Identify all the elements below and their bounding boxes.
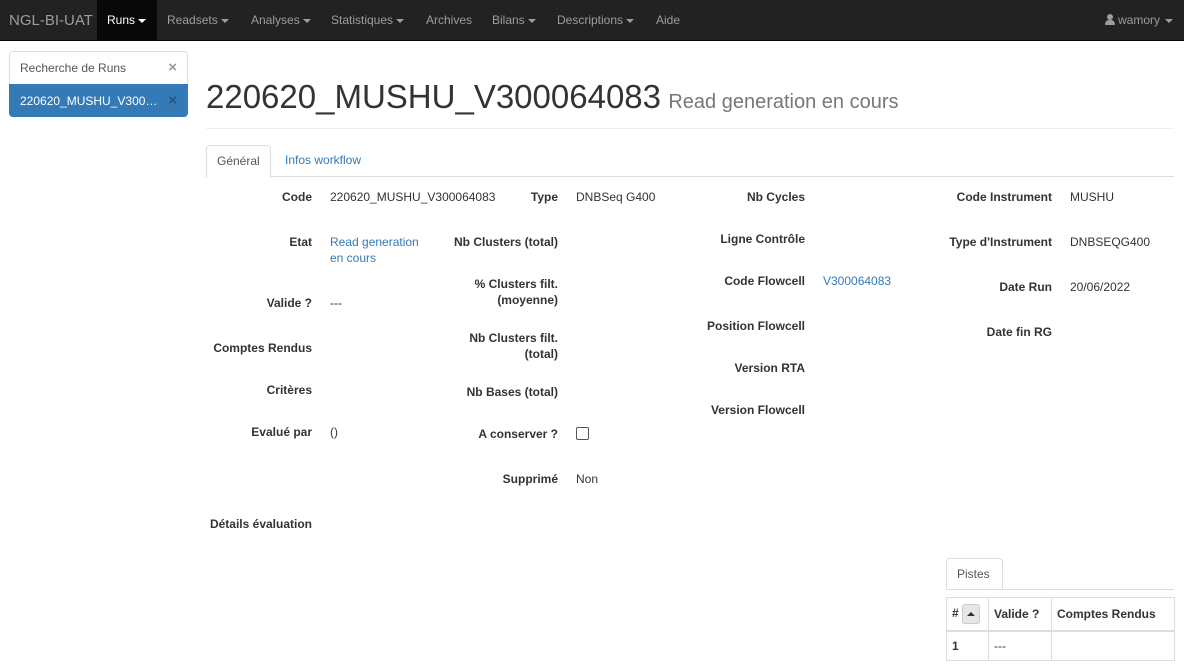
page-subtitle: Read generation en cours xyxy=(668,91,899,113)
chevron-down-icon xyxy=(626,18,635,23)
chevron-down-icon xyxy=(302,18,311,23)
a-conserver-label: A conserver ? xyxy=(478,427,558,441)
tab-general[interactable]: Général xyxy=(206,145,271,178)
table-cell-number: 1 xyxy=(946,630,989,661)
top-navbar: NGL-BI-UAT Runs Readsets Analyses Statis… xyxy=(0,0,1184,41)
page-title: 220620_MUSHU_V300064083 xyxy=(206,78,662,115)
chevron-down-icon xyxy=(527,18,536,23)
brand-link[interactable]: NGL-BI-UAT xyxy=(0,0,97,41)
tab-bar: Général Infos workflow xyxy=(206,145,1174,178)
etat-label: Etat xyxy=(289,235,312,249)
comptes-rendus-label: Comptes Rendus xyxy=(213,341,312,355)
table-cell-valide: --- xyxy=(988,630,1052,661)
nav-readsets[interactable]: Readsets xyxy=(167,0,229,40)
pct-clusters-filt-label: % Clusters filt. (moyenne) xyxy=(440,276,558,308)
tab-infos-workflow[interactable]: Infos workflow xyxy=(275,145,371,177)
user-icon xyxy=(1105,14,1115,25)
nb-clusters-total-label: Nb Clusters (total) xyxy=(453,235,558,249)
date-run-value: 20/06/2022 xyxy=(1070,280,1131,294)
position-flowcell-label: Position Flowcell xyxy=(706,319,805,333)
nav-analyses-label: Analyses xyxy=(251,13,300,27)
sidebar-item-recherche-runs[interactable]: Recherche de Runs × xyxy=(9,51,188,85)
evalue-par-label: Evalué par xyxy=(251,425,312,439)
nav-aide-label: Aide xyxy=(656,13,681,27)
table-row: 1 --- xyxy=(946,630,1175,661)
page-header: 220620_MUSHU_V300064083 Read generation … xyxy=(206,78,1174,129)
tab-pistes[interactable]: Pistes xyxy=(946,558,1003,590)
user-menu[interactable]: wamory xyxy=(1105,0,1174,40)
nav-analyses[interactable]: Analyses xyxy=(251,0,311,40)
code-flowcell-link[interactable]: V300064083 xyxy=(823,273,891,289)
type-value: DNBSeq G400 xyxy=(576,190,656,204)
ligne-controle-label: Ligne Contrôle xyxy=(720,232,805,246)
nav-descriptions[interactable]: Descriptions xyxy=(557,0,635,40)
valide-value: --- xyxy=(330,296,342,310)
table-cell-comptes-rendus xyxy=(1051,630,1175,661)
nav-descriptions-label: Descriptions xyxy=(557,13,624,27)
code-instrument-label: Code Instrument xyxy=(956,190,1052,204)
sidebar-item-label: 220620_MUSHU_V300064083 xyxy=(20,94,160,108)
nav-runs[interactable]: Runs xyxy=(97,0,157,40)
close-icon[interactable]: × xyxy=(168,85,177,116)
type-instrument-value: DNBSEQG400 xyxy=(1070,235,1151,249)
nb-clusters-filt-label: Nb Clusters filt. (total) xyxy=(440,330,558,362)
chevron-down-icon xyxy=(138,18,147,23)
details-evaluation-label: Détails évaluation xyxy=(209,517,312,531)
nav-archives-label: Archives xyxy=(426,13,473,27)
type-label: Type xyxy=(530,190,558,204)
nav-statistiques[interactable]: Statistiques xyxy=(331,0,405,40)
column-header-valide[interactable]: Valide ? xyxy=(988,597,1052,632)
nb-clusters-filt-label-line2: (total) xyxy=(524,347,558,361)
nav-archives[interactable]: Archives xyxy=(426,0,472,40)
close-icon[interactable]: × xyxy=(168,52,177,84)
nav-bilans[interactable]: Bilans xyxy=(492,0,536,40)
table-header-row: # Valide ? Comptes Rendus xyxy=(946,597,1175,632)
nav-bilans-label: Bilans xyxy=(492,13,525,27)
chevron-down-icon xyxy=(396,18,405,23)
nb-bases-label: Nb Bases (total) xyxy=(466,385,558,399)
a-conserver-checkbox[interactable] xyxy=(576,427,589,440)
chevron-down-icon xyxy=(220,18,229,23)
etat-value-line1: Read generation xyxy=(330,235,419,249)
user-name: wamory xyxy=(1118,13,1161,27)
pistes-tab-divider xyxy=(946,589,1174,590)
column-header-number-label: # xyxy=(952,605,959,620)
code-label: Code xyxy=(282,190,312,204)
sidebar-item-label: Recherche de Runs xyxy=(20,61,127,75)
supprime-label: Supprimé xyxy=(502,472,558,486)
nb-clusters-filt-label-line1: Nb Clusters filt. xyxy=(469,331,558,345)
pct-clusters-filt-label-line1: % Clusters filt. xyxy=(474,277,558,291)
nav-runs-label: Runs xyxy=(107,13,136,27)
code-instrument-value: MUSHU xyxy=(1070,190,1114,204)
pct-clusters-filt-label-line2: (moyenne) xyxy=(497,293,558,307)
date-fin-rg-label: Date fin RG xyxy=(986,325,1052,339)
supprime-value: Non xyxy=(576,472,599,486)
version-rta-label: Version RTA xyxy=(734,361,805,375)
criteres-label: Critères xyxy=(266,383,312,397)
nav-aide[interactable]: Aide xyxy=(656,0,680,40)
column-header-comptes-rendus[interactable]: Comptes Rendus xyxy=(1051,597,1175,632)
nb-cycles-label: Nb Cycles xyxy=(746,190,805,204)
date-run-label: Date Run xyxy=(999,280,1052,294)
type-instrument-label: Type d'Instrument xyxy=(949,235,1052,249)
nav-readsets-label: Readsets xyxy=(167,13,218,27)
etat-value[interactable]: Read generation en cours xyxy=(330,234,419,266)
etat-value-line2: en cours xyxy=(330,251,377,265)
nav-statistiques-label: Statistiques xyxy=(331,13,394,27)
code-flowcell-label: Code Flowcell xyxy=(724,274,805,288)
valide-label: Valide ? xyxy=(266,296,312,310)
chevron-down-icon xyxy=(1165,18,1174,23)
sidebar-item-current-run[interactable]: 220620_MUSHU_V300064083 × xyxy=(9,84,188,117)
evalue-par-value: () xyxy=(330,425,338,439)
pistes-table: # Valide ? Comptes Rendus 1 --- xyxy=(946,597,1175,661)
column-header-number: # xyxy=(946,597,989,632)
sort-ascending-icon[interactable] xyxy=(961,603,980,624)
version-flowcell-label: Version Flowcell xyxy=(710,403,805,417)
